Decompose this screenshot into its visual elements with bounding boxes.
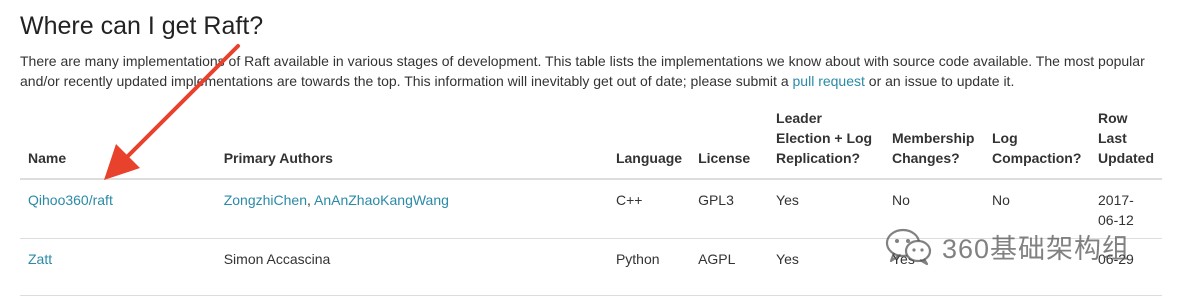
page-heading: Where can I get Raft?: [20, 12, 264, 40]
cell-language: C++: [607, 179, 691, 239]
header-name[interactable]: Name: [20, 104, 216, 180]
watermark-text: 360基础架构组: [942, 233, 1131, 264]
cell-name: Qihoo360/raft: [20, 179, 216, 239]
author-link-ananzhaokangwang[interactable]: AnAnZhaoKangWang: [314, 192, 449, 208]
cell-license: GPL3: [690, 179, 769, 239]
table-header-row: Name Primary Authors Language License Le…: [20, 104, 1162, 180]
cell-authors: Simon Accascina: [215, 238, 608, 296]
pull-request-link[interactable]: pull request: [793, 73, 865, 89]
author-separator: ,: [306, 192, 314, 208]
cell-leader-election: Yes: [768, 238, 884, 296]
header-primary-authors[interactable]: Primary Authors: [215, 104, 608, 180]
project-link-qihoo360-raft[interactable]: Qihoo360/raft: [28, 192, 113, 208]
implementations-table: Name Primary Authors Language License Le…: [20, 104, 1162, 296]
header-language[interactable]: Language: [607, 104, 691, 180]
header-license[interactable]: License: [690, 104, 769, 180]
cell-language: Python: [607, 238, 691, 296]
author-link-zongzhichen[interactable]: ZongzhiChen: [224, 192, 307, 208]
intro-text-after-link: or an issue to update it.: [864, 73, 1015, 89]
watermark: 360基础架构组: [884, 226, 1130, 266]
cell-name: Zatt: [20, 238, 216, 296]
header-row-last-updated[interactable]: Row Last Updated: [1090, 104, 1162, 180]
cell-authors: ZongzhiChen, AnAnZhaoKangWang: [215, 179, 608, 239]
header-membership-changes[interactable]: Membership Changes?: [883, 104, 984, 180]
cell-license: AGPL: [690, 238, 769, 296]
intro-paragraph: There are many implementations of Raft a…: [20, 51, 1170, 91]
header-log-compaction[interactable]: Log Compaction?: [983, 104, 1090, 180]
raft-page: Where can I get Raft? There are many imp…: [0, 0, 1181, 297]
wechat-icon: [885, 228, 932, 266]
header-leader-election[interactable]: Leader Election + Log Replication?: [768, 104, 884, 180]
project-link-zatt[interactable]: Zatt: [28, 251, 52, 267]
cell-leader-election: Yes: [768, 179, 884, 239]
